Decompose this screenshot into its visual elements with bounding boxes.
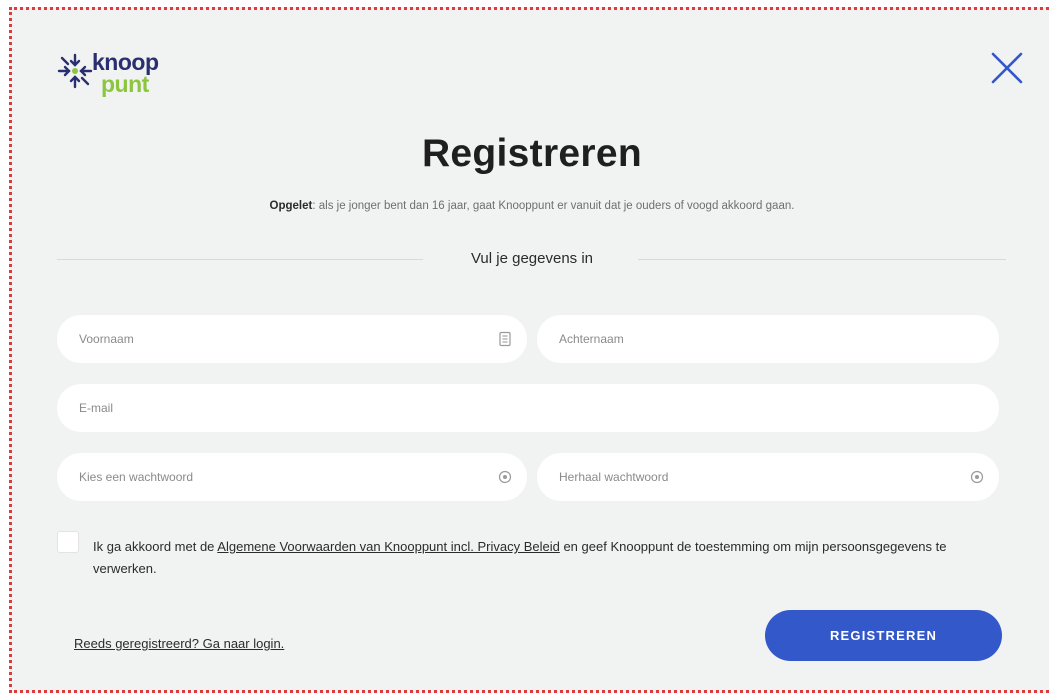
consent-text-before: Ik ga akkoord met de: [93, 539, 218, 554]
password-reveal-icon[interactable]: [969, 469, 985, 485]
password-field[interactable]: [57, 453, 527, 501]
terms-privacy-link[interactable]: Algemene Voorwaarden van Knooppunt incl.…: [217, 539, 560, 554]
divider-right: [638, 259, 1006, 260]
consent-checkbox[interactable]: [57, 531, 79, 553]
notice-label: Opgelet: [269, 200, 313, 212]
first-name-field[interactable]: [57, 315, 527, 363]
knooppunt-logo: knoop punt: [55, 49, 195, 109]
login-link[interactable]: Reeds geregistreerd? Ga naar login.: [74, 636, 284, 651]
register-button[interactable]: REGISTREREN: [765, 610, 1002, 661]
password-reveal-icon[interactable]: [497, 469, 513, 485]
consent-text: Ik ga akkoord met de Algemene Voorwaarde…: [93, 536, 993, 580]
password-repeat-field[interactable]: [537, 453, 999, 501]
email-field[interactable]: [57, 384, 999, 432]
first-name-input[interactable]: [57, 315, 527, 363]
notice-text: : als je jonger bent dan 16 jaar, gaat K…: [312, 200, 795, 212]
password-repeat-input[interactable]: [537, 453, 999, 501]
page-title: Registreren: [421, 132, 643, 175]
logo-word-punt: punt: [101, 71, 149, 97]
age-notice: Opgelet: als je jonger bent dan 16 jaar,…: [12, 200, 1049, 212]
close-icon: [991, 52, 1023, 84]
email-input[interactable]: [57, 384, 999, 432]
registration-dialog: knoop punt Registreren Opgelet: als je j…: [9, 7, 1049, 693]
last-name-input[interactable]: [537, 315, 999, 363]
close-button[interactable]: [985, 46, 1029, 90]
knooppunt-logo-icon: [57, 53, 93, 89]
contact-card-icon: [499, 331, 511, 347]
password-input[interactable]: [57, 453, 527, 501]
last-name-field[interactable]: [537, 315, 999, 363]
